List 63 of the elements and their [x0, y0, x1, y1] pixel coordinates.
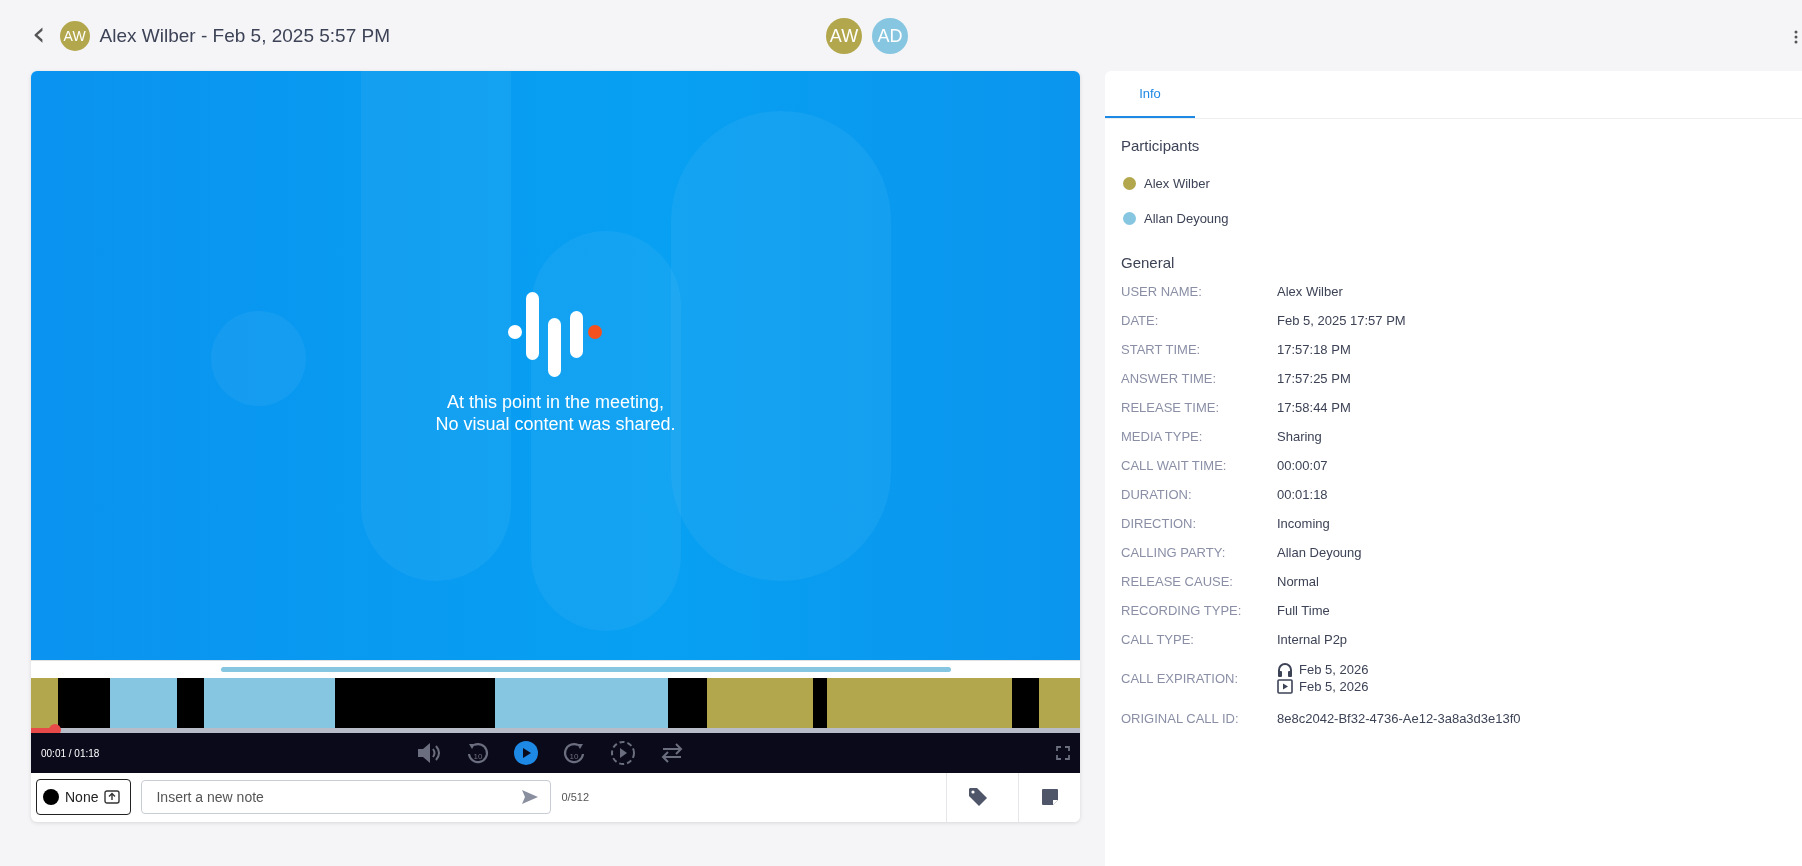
- category-label: None: [65, 789, 99, 806]
- note-input-field[interactable]: Insert a new note: [141, 780, 552, 815]
- field-value: Full Time: [1277, 603, 1330, 618]
- note-button[interactable]: [1018, 773, 1080, 822]
- field-value: Internal P2p: [1277, 632, 1348, 647]
- field-label: RECORDING TYPE:: [1121, 603, 1243, 618]
- field-value: 17:57:25 PM: [1277, 371, 1351, 386]
- character-counter: 0/512: [561, 791, 589, 804]
- headphones-icon: [1277, 662, 1293, 677]
- field-value: Allan Deyoung: [1277, 545, 1362, 560]
- section-heading: General: [1121, 254, 1176, 271]
- tag-button[interactable]: [946, 773, 1008, 822]
- field-label: RELEASE CAUSE:: [1121, 574, 1234, 589]
- field-label: USER NAME:: [1121, 284, 1203, 299]
- field-value: 00:01:18: [1277, 487, 1328, 502]
- tag-icon: [967, 787, 988, 808]
- field-value: Feb 5, 2026: [1299, 662, 1369, 677]
- fullscreen-icon[interactable]: [1056, 746, 1070, 760]
- volume-icon[interactable]: [416, 742, 442, 764]
- playback-time: 00:01 / 01:18: [41, 747, 100, 759]
- participant-name: Allan Deyoung: [1144, 211, 1229, 226]
- back-button[interactable]: ‹: [28, 15, 50, 56]
- field-label: ORIGINAL CALL ID:: [1121, 711, 1240, 726]
- field-label: CALL EXPIRATION:: [1121, 670, 1240, 686]
- upload-icon: [104, 790, 121, 805]
- field-value: Feb 5, 2025 17:57 PM: [1277, 313, 1406, 328]
- field-label: ANSWER TIME:: [1121, 371, 1218, 386]
- field-label: DURATION:: [1121, 487, 1193, 502]
- play-box-icon: [1277, 679, 1293, 694]
- field-value: Incoming: [1277, 516, 1330, 531]
- participant-avatar: AW: [826, 18, 862, 54]
- section-heading: Participants: [1121, 137, 1201, 154]
- participant-avatar: AD: [872, 18, 908, 54]
- scrollbar[interactable]: [220, 667, 951, 673]
- send-icon[interactable]: [521, 789, 540, 806]
- field-label: DATE:: [1121, 313, 1160, 328]
- field-label: CALLING PARTY:: [1121, 545, 1227, 560]
- field-value: 00:00:07: [1277, 458, 1328, 473]
- field-value: Alex Wilber: [1277, 284, 1343, 299]
- no-content-message: No visual content was shared.: [435, 413, 676, 435]
- field-value: Normal: [1277, 574, 1319, 589]
- speaker-timeline[interactable]: [31, 678, 1080, 729]
- field-value: Sharing: [1277, 429, 1322, 444]
- info-tab[interactable]: Info: [1105, 71, 1195, 118]
- no-content-message: At this point in the meeting,: [446, 391, 665, 413]
- play-icon[interactable]: [514, 741, 538, 765]
- field-label: CALL TYPE:: [1121, 632, 1195, 647]
- field-label: CALL WAIT TIME:: [1121, 458, 1228, 473]
- field-label: MEDIA TYPE:: [1121, 429, 1204, 444]
- participant-name: Alex Wilber: [1144, 176, 1210, 191]
- field-value: 8e8c2042-Bf32-4736-Ae12-3a8a3d3e13f0: [1277, 711, 1521, 726]
- avatar: AW: [59, 20, 90, 51]
- sticky-note-icon: [1040, 788, 1059, 807]
- skip-silence-icon[interactable]: [610, 740, 636, 766]
- field-label: START TIME:: [1121, 342, 1202, 357]
- swap-icon[interactable]: [660, 742, 684, 764]
- page-title: Alex Wilber - Feb 5, 2025 5:57 PM: [99, 24, 391, 47]
- category-button[interactable]: None: [36, 779, 132, 816]
- field-value: Feb 5, 2026: [1299, 679, 1369, 694]
- field-value: 17:58:44 PM: [1277, 400, 1351, 415]
- field-value: 17:57:18 PM: [1277, 342, 1351, 357]
- field-label: DIRECTION:: [1121, 516, 1198, 531]
- field-label: RELEASE TIME:: [1121, 400, 1220, 415]
